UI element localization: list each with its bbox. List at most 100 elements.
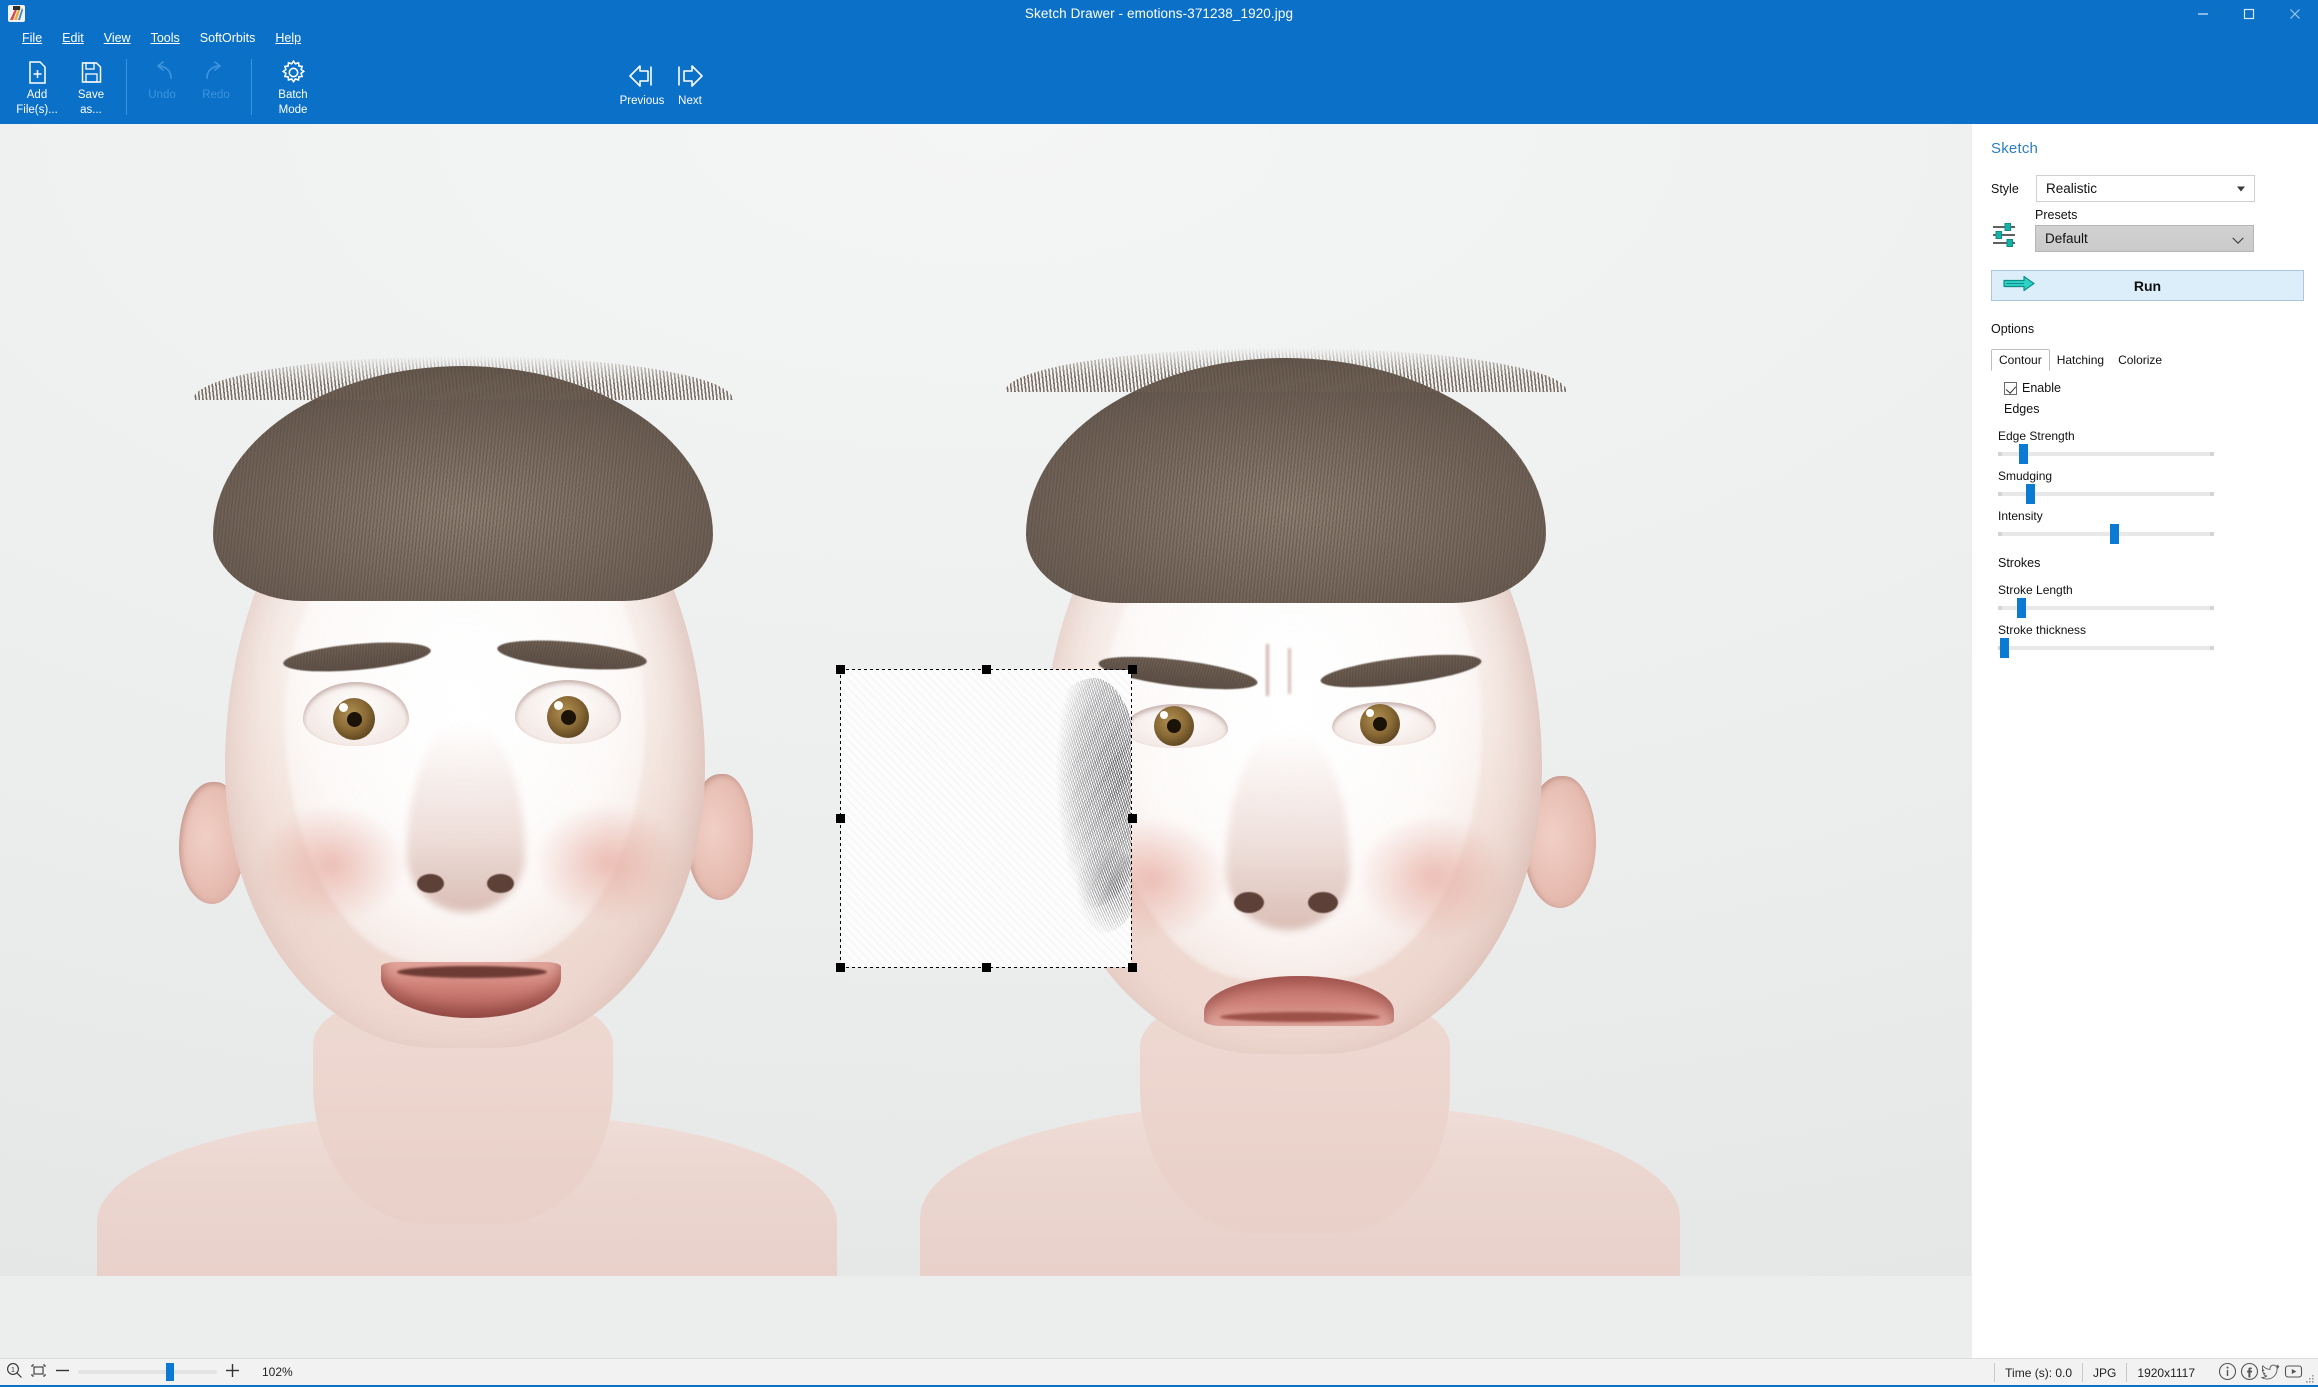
status-bar-right: Time (s): 0.0 JPG 1920x1117	[1994, 1359, 2318, 1386]
undo-label: Undo	[148, 89, 176, 102]
edge-strength-label: Edge Strength	[1998, 429, 2318, 443]
tab-contour-label: Contour	[1999, 353, 2042, 367]
close-button[interactable]	[2272, 0, 2318, 27]
style-row: Style Realistic	[1973, 175, 2318, 202]
info-icon[interactable]	[2217, 1361, 2238, 1385]
menu-bar: File Edit View Tools SoftOrbits Help	[0, 27, 2318, 49]
batch-mode-label-1: Batch	[278, 89, 307, 102]
resize-grip-icon[interactable]	[2305, 1373, 2315, 1383]
menu-edit[interactable]: Edit	[52, 28, 94, 48]
stroke-thickness-track[interactable]	[1998, 646, 2214, 650]
youtube-icon[interactable]	[2283, 1361, 2304, 1385]
image-canvas-area[interactable]	[0, 124, 1972, 1358]
title-bar[interactable]: Sketch Drawer - emotions-371238_1920.jpg	[0, 0, 2318, 27]
file-format-cell: JPG	[2082, 1363, 2126, 1382]
save-as-label-2: as...	[80, 104, 102, 117]
navigation-group: Previous Next	[618, 53, 714, 107]
next-arrow-icon	[674, 57, 706, 95]
zoom-slider-thumb[interactable]	[166, 1363, 174, 1381]
menu-tools[interactable]: Tools	[141, 28, 190, 48]
panel-title: Sketch	[1973, 124, 2318, 157]
toolbar: Add File(s)... Save as... Undo	[0, 49, 2318, 124]
tab-hatching[interactable]: Hatching	[2050, 350, 2111, 370]
social-links	[2205, 1361, 2318, 1385]
zoom-slider-track[interactable]	[78, 1370, 217, 1374]
style-dropdown[interactable]: Realistic	[2036, 175, 2255, 202]
next-button[interactable]: Next	[666, 53, 714, 107]
window-title: Sketch Drawer - emotions-371238_1920.jpg	[0, 0, 2318, 27]
presets-value: Default	[2045, 231, 2088, 246]
slider-stroke-thickness: Stroke thickness	[1973, 623, 2318, 650]
zoom-minus-icon[interactable]	[54, 1362, 71, 1382]
twitter-icon[interactable]	[2261, 1361, 2282, 1385]
enable-checkbox-row[interactable]: Enable	[1973, 381, 2318, 395]
enable-checkbox[interactable]	[2004, 382, 2017, 395]
style-value: Realistic	[2046, 181, 2097, 196]
smudging-label: Smudging	[1998, 469, 2318, 483]
previous-arrow-icon	[626, 57, 658, 95]
redo-icon	[202, 57, 230, 87]
options-tabs: Contour Hatching Colorize	[1973, 349, 2318, 370]
zoom-plus-icon[interactable]	[224, 1362, 241, 1382]
previous-button[interactable]: Previous	[618, 53, 666, 107]
slider-stroke-length: Stroke Length	[1973, 583, 2318, 610]
chevron-down-icon	[2237, 186, 2245, 191]
stroke-length-thumb[interactable]	[2017, 598, 2026, 618]
toolbar-separator-1	[126, 59, 127, 115]
main-body: Sketch Style Realistic	[0, 124, 2318, 1358]
svg-text:1: 1	[11, 1367, 15, 1374]
redo-button[interactable]: Redo	[189, 53, 243, 117]
menu-help[interactable]: Help	[265, 28, 311, 48]
smudging-track[interactable]	[1998, 492, 2214, 496]
menu-view[interactable]: View	[94, 28, 141, 48]
style-label: Style	[1991, 182, 2036, 196]
minimize-button[interactable]	[2180, 0, 2226, 27]
application-window: Sketch Drawer - emotions-371238_1920.jpg…	[0, 0, 2318, 1385]
save-as-label-1: Save	[78, 89, 104, 102]
strokes-group-label: Strokes	[1973, 556, 2318, 570]
save-as-button[interactable]: Save as...	[64, 53, 118, 117]
facebook-icon[interactable]	[2239, 1361, 2260, 1385]
previous-label: Previous	[620, 95, 665, 107]
photo-preview[interactable]	[0, 124, 1971, 1276]
edge-strength-track[interactable]	[1998, 452, 2214, 456]
run-button[interactable]: Run	[1991, 270, 2304, 301]
stroke-thickness-thumb[interactable]	[2000, 638, 2009, 658]
maximize-button[interactable]	[2226, 0, 2272, 27]
fit-to-window-icon[interactable]	[30, 1362, 47, 1382]
presets-dropdown[interactable]: Default	[2035, 225, 2254, 252]
stroke-length-track[interactable]	[1998, 606, 2214, 610]
edges-group-label: Edges	[1973, 402, 2318, 416]
smudging-thumb[interactable]	[2026, 484, 2035, 504]
toolbar-separator-2	[251, 59, 252, 115]
processing-time-cell: Time (s): 0.0	[1994, 1363, 2082, 1382]
batch-mode-button[interactable]: Batch Mode	[260, 53, 326, 117]
tab-hatching-label: Hatching	[2057, 353, 2104, 367]
menu-help-label: Help	[275, 31, 301, 45]
presets-label: Presets	[2035, 208, 2254, 222]
gear-icon	[280, 57, 307, 87]
tab-colorize-label: Colorize	[2118, 353, 2162, 367]
intensity-thumb[interactable]	[2110, 524, 2119, 544]
zoom-controls: 1 102%	[0, 1362, 293, 1382]
sketch-ear-strokes	[1067, 847, 1131, 933]
add-files-button[interactable]: Add File(s)...	[10, 53, 64, 117]
undo-icon	[148, 57, 176, 87]
batch-mode-label-2: Mode	[279, 104, 308, 117]
menu-softorbits[interactable]: SoftOrbits	[190, 28, 266, 48]
intensity-track[interactable]	[1998, 532, 2214, 536]
undo-button[interactable]: Undo	[135, 53, 189, 117]
photo-face-left	[185, 374, 745, 1276]
menu-file[interactable]: File	[12, 28, 52, 48]
edge-strength-thumb[interactable]	[2019, 444, 2028, 464]
save-disk-icon	[79, 57, 104, 87]
stroke-thickness-label: Stroke thickness	[1998, 623, 2318, 637]
tab-contour[interactable]: Contour	[1991, 349, 2050, 371]
add-files-label-2: File(s)...	[16, 104, 58, 117]
tab-colorize[interactable]: Colorize	[2111, 350, 2169, 370]
zoom-out-icon[interactable]: 1	[6, 1362, 23, 1382]
menu-edit-label: Edit	[62, 31, 84, 45]
slider-smudging: Smudging	[1973, 469, 2318, 496]
slider-intensity: Intensity	[1973, 509, 2318, 536]
sketch-preview-region	[841, 670, 1131, 967]
